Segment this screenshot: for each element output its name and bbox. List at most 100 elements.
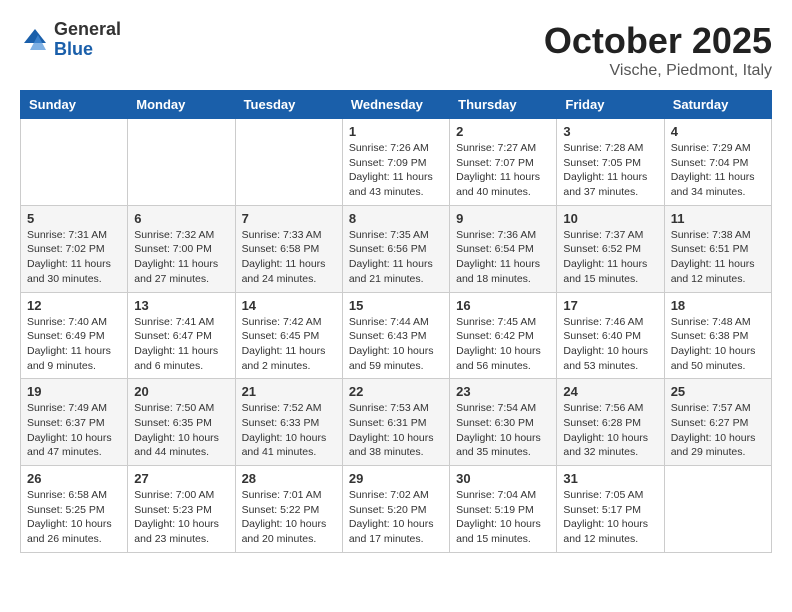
- day-cell: 13Sunrise: 7:41 AM Sunset: 6:47 PM Dayli…: [128, 292, 235, 379]
- day-info: Sunrise: 7:35 AM Sunset: 6:56 PM Dayligh…: [349, 228, 443, 287]
- logo-blue: Blue: [54, 40, 121, 60]
- day-cell: 4Sunrise: 7:29 AM Sunset: 7:04 PM Daylig…: [664, 119, 771, 206]
- day-number: 9: [456, 211, 550, 226]
- day-number: 6: [134, 211, 228, 226]
- day-number: 30: [456, 471, 550, 486]
- day-cell: 1Sunrise: 7:26 AM Sunset: 7:09 PM Daylig…: [342, 119, 449, 206]
- day-info: Sunrise: 7:27 AM Sunset: 7:07 PM Dayligh…: [456, 141, 550, 200]
- day-info: Sunrise: 7:38 AM Sunset: 6:51 PM Dayligh…: [671, 228, 765, 287]
- day-cell: 31 Sunrise: 7:05 AM Sunset: 5:17 PM Dayli…: [557, 466, 664, 553]
- day-number: 18: [671, 298, 765, 313]
- week-row-4: 26 Sunrise: 6:58 AM Sunset: 5:25 PM Dayli…: [21, 466, 772, 553]
- day-info: Sunrise: 7:28 AM Sunset: 7:05 PM Dayligh…: [563, 141, 657, 200]
- day-cell: 26 Sunrise: 6:58 AM Sunset: 5:25 PM Dayli…: [21, 466, 128, 553]
- day-number: 28: [242, 471, 336, 486]
- location: Vische, Piedmont, Italy: [544, 62, 772, 80]
- day-info: Sunrise: 7:42 AM Sunset: 6:45 PM Dayligh…: [242, 315, 336, 374]
- day-number: 17: [563, 298, 657, 313]
- month-title: October 2025: [544, 20, 772, 62]
- day-cell: [128, 119, 235, 206]
- day-number: 7: [242, 211, 336, 226]
- day-cell: 25Sunrise: 7:57 AM Sunset: 6:27 PM Dayli…: [664, 379, 771, 466]
- day-info: Sunrise: 7:36 AM Sunset: 6:54 PM Dayligh…: [456, 228, 550, 287]
- day-cell: 8 Sunrise: 7:35 AM Sunset: 6:56 PM Daylig…: [342, 205, 449, 292]
- day-number: 3: [563, 124, 657, 139]
- day-number: 24: [563, 384, 657, 399]
- week-row-3: 19Sunrise: 7:49 AM Sunset: 6:37 PM Dayli…: [21, 379, 772, 466]
- day-cell: 3 Sunrise: 7:28 AM Sunset: 7:05 PM Daylig…: [557, 119, 664, 206]
- day-number: 11: [671, 211, 765, 226]
- day-number: 5: [27, 211, 121, 226]
- day-cell: 14 Sunrise: 7:42 AM Sunset: 6:45 PM Dayli…: [235, 292, 342, 379]
- day-cell: 19Sunrise: 7:49 AM Sunset: 6:37 PM Dayli…: [21, 379, 128, 466]
- day-cell: [664, 466, 771, 553]
- day-number: 21: [242, 384, 336, 399]
- logo-text: General Blue: [54, 20, 121, 60]
- day-info: Sunrise: 7:54 AM Sunset: 6:30 PM Dayligh…: [456, 401, 550, 460]
- day-number: 26: [27, 471, 121, 486]
- header-day-monday: Monday: [128, 91, 235, 119]
- day-info: Sunrise: 7:33 AM Sunset: 6:58 PM Dayligh…: [242, 228, 336, 287]
- week-row-1: 5 Sunrise: 7:31 AM Sunset: 7:02 PM Daylig…: [21, 205, 772, 292]
- day-cell: 18 Sunrise: 7:48 AM Sunset: 6:38 PM Dayli…: [664, 292, 771, 379]
- day-info: Sunrise: 7:48 AM Sunset: 6:38 PM Dayligh…: [671, 315, 765, 374]
- logo-general: General: [54, 20, 121, 40]
- day-number: 29: [349, 471, 443, 486]
- page-header: General Blue October 2025 Vische, Piedmo…: [20, 20, 772, 80]
- day-cell: 21Sunrise: 7:52 AM Sunset: 6:33 PM Dayli…: [235, 379, 342, 466]
- logo: General Blue: [20, 20, 121, 60]
- day-number: 16: [456, 298, 550, 313]
- header-day-friday: Friday: [557, 91, 664, 119]
- day-number: 27: [134, 471, 228, 486]
- week-row-0: 1Sunrise: 7:26 AM Sunset: 7:09 PM Daylig…: [21, 119, 772, 206]
- day-info: Sunrise: 7:49 AM Sunset: 6:37 PM Dayligh…: [27, 401, 121, 460]
- day-number: 14: [242, 298, 336, 313]
- calendar-header: SundayMondayTuesdayWednesdayThursdayFrid…: [21, 91, 772, 119]
- day-info: Sunrise: 7:05 AM Sunset: 5:17 PM Dayligh…: [563, 488, 657, 547]
- header-day-saturday: Saturday: [664, 91, 771, 119]
- calendar-body: 1Sunrise: 7:26 AM Sunset: 7:09 PM Daylig…: [21, 119, 772, 553]
- day-cell: 6 Sunrise: 7:32 AM Sunset: 7:00 PM Daylig…: [128, 205, 235, 292]
- calendar-table: SundayMondayTuesdayWednesdayThursdayFrid…: [20, 90, 772, 553]
- day-cell: [235, 119, 342, 206]
- header-day-tuesday: Tuesday: [235, 91, 342, 119]
- day-cell: 24 Sunrise: 7:56 AM Sunset: 6:28 PM Dayli…: [557, 379, 664, 466]
- day-info: Sunrise: 7:29 AM Sunset: 7:04 PM Dayligh…: [671, 141, 765, 200]
- day-number: 15: [349, 298, 443, 313]
- day-number: 13: [134, 298, 228, 313]
- day-number: 25: [671, 384, 765, 399]
- day-cell: 9 Sunrise: 7:36 AM Sunset: 6:54 PM Daylig…: [450, 205, 557, 292]
- day-cell: 2 Sunrise: 7:27 AM Sunset: 7:07 PM Daylig…: [450, 119, 557, 206]
- header-row: SundayMondayTuesdayWednesdayThursdayFrid…: [21, 91, 772, 119]
- day-number: 8: [349, 211, 443, 226]
- day-cell: 17Sunrise: 7:46 AM Sunset: 6:40 PM Dayli…: [557, 292, 664, 379]
- day-info: Sunrise: 7:45 AM Sunset: 6:42 PM Dayligh…: [456, 315, 550, 374]
- day-info: Sunrise: 7:53 AM Sunset: 6:31 PM Dayligh…: [349, 401, 443, 460]
- header-day-sunday: Sunday: [21, 91, 128, 119]
- day-info: Sunrise: 7:02 AM Sunset: 5:20 PM Dayligh…: [349, 488, 443, 547]
- day-number: 23: [456, 384, 550, 399]
- day-info: Sunrise: 7:50 AM Sunset: 6:35 PM Dayligh…: [134, 401, 228, 460]
- day-info: Sunrise: 7:31 AM Sunset: 7:02 PM Dayligh…: [27, 228, 121, 287]
- day-info: Sunrise: 6:58 AM Sunset: 5:25 PM Dayligh…: [27, 488, 121, 547]
- day-info: Sunrise: 7:01 AM Sunset: 5:22 PM Dayligh…: [242, 488, 336, 547]
- day-number: 22: [349, 384, 443, 399]
- header-day-wednesday: Wednesday: [342, 91, 449, 119]
- day-number: 31: [563, 471, 657, 486]
- day-number: 20: [134, 384, 228, 399]
- week-row-2: 12Sunrise: 7:40 AM Sunset: 6:49 PM Dayli…: [21, 292, 772, 379]
- day-info: Sunrise: 7:37 AM Sunset: 6:52 PM Dayligh…: [563, 228, 657, 287]
- day-number: 1: [349, 124, 443, 139]
- day-cell: 15Sunrise: 7:44 AM Sunset: 6:43 PM Dayli…: [342, 292, 449, 379]
- day-number: 10: [563, 211, 657, 226]
- day-cell: [21, 119, 128, 206]
- day-cell: 11 Sunrise: 7:38 AM Sunset: 6:51 PM Dayli…: [664, 205, 771, 292]
- day-info: Sunrise: 7:04 AM Sunset: 5:19 PM Dayligh…: [456, 488, 550, 547]
- day-number: 2: [456, 124, 550, 139]
- logo-icon: [20, 25, 50, 55]
- day-info: Sunrise: 7:56 AM Sunset: 6:28 PM Dayligh…: [563, 401, 657, 460]
- title-block: October 2025 Vische, Piedmont, Italy: [544, 20, 772, 80]
- day-cell: 27 Sunrise: 7:00 AM Sunset: 5:23 PM Dayli…: [128, 466, 235, 553]
- day-info: Sunrise: 7:00 AM Sunset: 5:23 PM Dayligh…: [134, 488, 228, 547]
- day-info: Sunrise: 7:32 AM Sunset: 7:00 PM Dayligh…: [134, 228, 228, 287]
